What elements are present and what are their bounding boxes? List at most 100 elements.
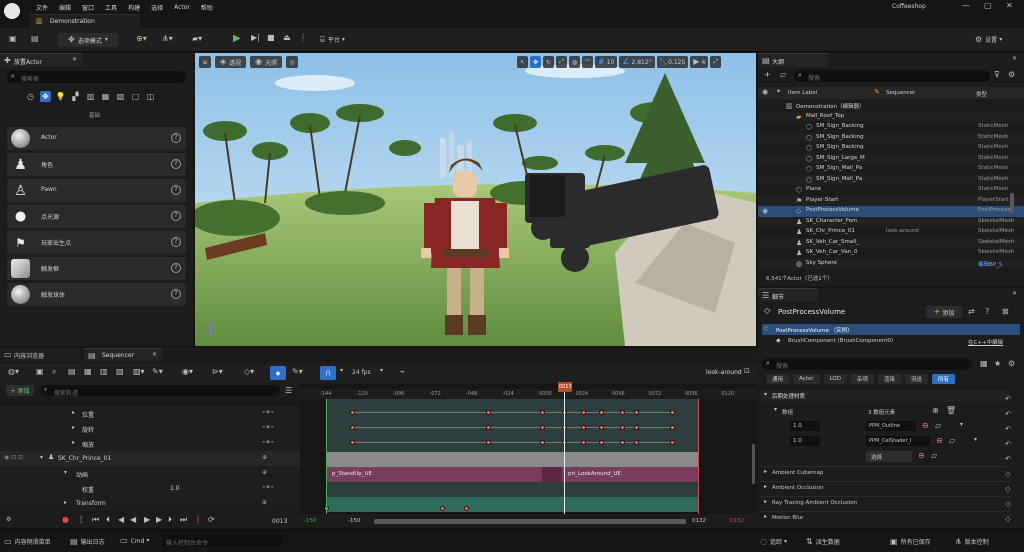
save-all-button[interactable]: ▣ 所有已保存 — [890, 537, 931, 546]
menu-window[interactable]: 窗口 — [82, 3, 94, 12]
track-weight[interactable]: 权重 1.0 ◂ ◆ ▸ — [0, 481, 300, 496]
range-end[interactable]: 0132 — [730, 518, 744, 524]
keyframe-diamond-icon[interactable]: ◇ — [996, 512, 1020, 527]
step-back-icon[interactable]: ◀ — [118, 516, 124, 524]
translate-icon[interactable]: ✥ — [530, 56, 541, 68]
scale-snap-button[interactable]: ⤡ 0.125 — [656, 56, 689, 68]
browse-icon[interactable]: ▱ — [931, 452, 937, 460]
range-end-view[interactable]: 0132 — [692, 518, 706, 524]
visibility-icon[interactable]: ◉ ⊡ ⊡ — [4, 455, 23, 461]
add-filter-icon[interactable]: + — [764, 71, 771, 79]
maximize-icon[interactable]: ▢ — [984, 2, 992, 10]
details-tab[interactable]: ☰ 细节 — [758, 288, 818, 301]
favorite-icon[interactable]: ★ — [994, 360, 1001, 368]
lock-icon[interactable]: ⊠ — [1002, 308, 1009, 316]
camera-icon[interactable]: ▦ — [84, 368, 92, 376]
rotate-icon[interactable]: ↻ — [543, 56, 554, 68]
keyframe[interactable] — [349, 439, 355, 445]
jump-start-icon[interactable]: ⏮ — [92, 516, 99, 524]
key-nav-icon[interactable]: ◂ ◆ ▸ — [262, 410, 274, 415]
grid-snap-button[interactable]: # 10 — [595, 56, 618, 68]
menu-tools[interactable]: 工具 — [105, 3, 117, 12]
keyframe[interactable] — [485, 424, 491, 430]
render-icon[interactable]: ▤ — [68, 368, 76, 376]
geometry-icon[interactable]: ▦ — [100, 91, 111, 102]
keyframe[interactable] — [349, 424, 355, 430]
outliner-row[interactable]: ◉ ◇ PostProcessVolume PostProcess — [758, 206, 1024, 217]
menu-actor[interactable]: Actor — [174, 4, 190, 11]
tools-icon[interactable]: ✎▾ — [152, 368, 163, 376]
trace-button[interactable]: ◌ 追踪 ▾ — [760, 537, 787, 546]
weight-input[interactable]: 1.0 — [790, 421, 820, 431]
find-icon[interactable]: ⌕ — [52, 368, 56, 376]
view-icon[interactable]: ◉▾ — [182, 368, 193, 376]
keyframe[interactable] — [669, 439, 675, 445]
loop-icon[interactable]: ⟳ — [208, 516, 215, 524]
content-browser-tab[interactable]: ▭ 内容浏览器 — [0, 348, 80, 361]
keyframe[interactable] — [669, 424, 675, 430]
keyframe[interactable] — [539, 409, 545, 415]
keyframe[interactable] — [633, 424, 639, 430]
help-icon[interactable]: ? — [171, 289, 181, 299]
outliner-row[interactable]: ◍ Sky Sphere 编辑BP_S — [758, 258, 1024, 270]
add-track-button[interactable]: + 添加 — [6, 385, 34, 396]
track-transform[interactable]: ▸ Transform ⊕ — [0, 496, 300, 511]
outliner-row[interactable]: ▰ Mall_Roof_Top — [758, 111, 1024, 123]
menu-build[interactable]: 构建 — [128, 3, 140, 12]
set-end-icon[interactable]: ] — [196, 516, 199, 524]
col-type[interactable]: 类型 — [976, 90, 987, 98]
keyframe[interactable] — [539, 439, 545, 445]
cinematic-icon[interactable]: ▞ — [70, 91, 81, 102]
help-icon[interactable]: ? — [985, 308, 989, 316]
step-icon[interactable]: ▶| — [251, 34, 260, 42]
unreal-logo-icon[interactable] — [4, 3, 20, 19]
help-icon[interactable]: ? — [171, 237, 181, 247]
close-icon[interactable]: ✕ — [1006, 2, 1013, 10]
step-forward-icon[interactable]: ▶ — [156, 516, 162, 524]
hamburger-icon[interactable]: ≡ — [199, 56, 211, 68]
outliner-row[interactable]: ♟ SK_Chr_Prince_01 look-around SkeletalMesh — [758, 227, 1024, 238]
add-icon[interactable]: ⊕ — [262, 455, 267, 461]
material-select[interactable]: PPM_CelShader_I — [866, 436, 930, 446]
place-item-actor[interactable]: Actor ? — [7, 127, 186, 150]
lock-icon[interactable]: ⊡ — [744, 368, 750, 375]
close-icon[interactable]: ✕ — [1012, 56, 1017, 62]
key-icon[interactable]: ◇▾ — [244, 368, 254, 376]
reset-icon[interactable]: ↶ — [996, 392, 1020, 407]
close-icon[interactable]: ✕ — [72, 57, 77, 63]
derived-data-button[interactable]: ⇅ 派生数据 — [806, 537, 840, 546]
key-nav-icon[interactable]: ◂ ◆ ▸ — [262, 485, 274, 490]
keyframe[interactable] — [485, 409, 491, 415]
place-item-trigger-sphere[interactable]: 触发球体 ? — [7, 283, 186, 306]
outliner-row[interactable]: ♟ SK_Character_Fem SkeletalMesh — [758, 216, 1024, 228]
browse-icon[interactable]: ▱ — [935, 422, 941, 430]
rotation-snap-button[interactable]: ∠ 2.812° — [619, 56, 655, 68]
layout-icon[interactable]: ▧ — [116, 368, 124, 376]
chevron-down-icon[interactable]: ▾ — [960, 422, 963, 428]
section-ray-tracing-ao[interactable]: ▸ Ray Tracing Ambient Occlusion — [760, 496, 1010, 508]
help-icon[interactable]: ? — [171, 211, 181, 221]
help-icon[interactable]: ? — [171, 159, 181, 169]
filter-icon[interactable]: ☰ — [285, 387, 292, 395]
timeline[interactable]: -144 -120 -096 -072 -048 -024 0000 0024 0048 0072… — [300, 382, 756, 527]
volumes-icon[interactable]: ▧ — [115, 91, 126, 102]
keyframe-diamond-icon[interactable]: ◇ — [996, 497, 1020, 512]
range-start[interactable]: -150 — [304, 518, 316, 524]
keyframe[interactable] — [580, 424, 586, 430]
keyframe[interactable] — [619, 424, 625, 430]
outliner-item-type[interactable]: 编辑BP_S — [978, 260, 1022, 268]
keyframe[interactable] — [580, 409, 586, 415]
content-drawer-button[interactable]: ▭ 内容侧滑菜单 — [4, 537, 51, 546]
filter-tab-common[interactable]: 通用 — [766, 374, 790, 384]
use-selected-icon[interactable]: ⊖ — [918, 452, 925, 460]
trash-icon[interactable]: 🗑 — [946, 407, 956, 415]
material-select[interactable]: PPM_Outline — [866, 421, 916, 431]
keyframe[interactable] — [463, 506, 469, 511]
keyframe[interactable] — [539, 424, 545, 430]
section-post-process-materials[interactable]: ▾ 后期处理材质 — [760, 390, 1010, 401]
brush-component-row[interactable]: ◆ BrushComponent (BrushComponent0) 在C++中… — [762, 336, 1020, 347]
outliner-row[interactable]: ♟ SK_Veh_Car_Van_0 SkeletalMesh — [758, 248, 1024, 259]
place-item-point-light[interactable]: ● 点光源 ? — [7, 205, 186, 228]
visual-effects-icon[interactable]: ▥ — [85, 91, 96, 102]
play-options-icon[interactable]: ⋮ — [299, 34, 307, 42]
